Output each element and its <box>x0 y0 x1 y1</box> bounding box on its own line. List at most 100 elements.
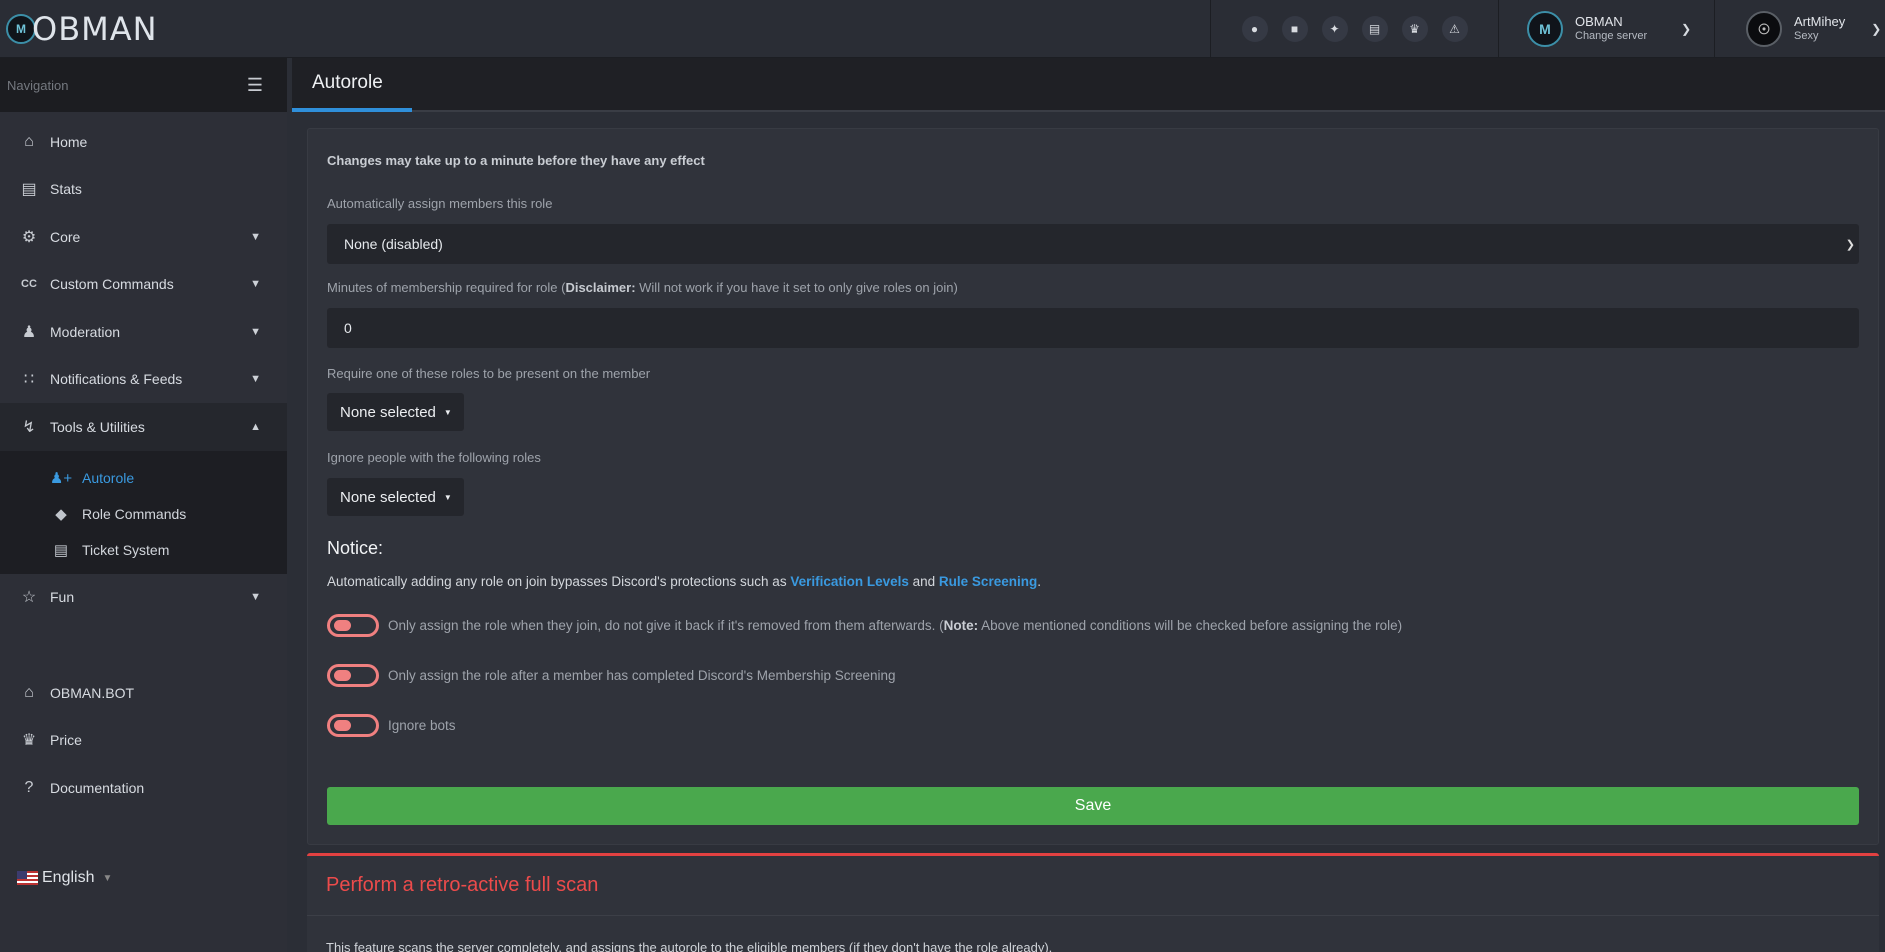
home-icon: ⌂ <box>24 132 34 150</box>
sidebar-link-price[interactable]: ♛ Price <box>0 717 287 765</box>
chevron-down-icon: ▼ <box>250 230 261 243</box>
crown-icon[interactable]: ♛ <box>1401 16 1428 42</box>
full-scan-card: Perform a retro-active full scan This fe… <box>307 853 1879 952</box>
membership-screening-label: Only assign the role after a member has … <box>388 668 896 683</box>
minutes-label-suffix: Will not work if you have it set to only… <box>635 280 958 295</box>
caret-down-icon: ▼ <box>443 492 452 502</box>
notice-heading: Notice: <box>327 538 384 558</box>
top-bar: M OBMAN ● ■ ✦ ▤ ♛ ⚠ M OBMAN Change serve… <box>0 0 1885 58</box>
twitter-icon[interactable]: ✦ <box>1321 16 1348 42</box>
verification-levels-link[interactable]: Verification Levels <box>790 574 909 589</box>
chevron-up-icon: ▲ <box>250 420 261 433</box>
user-shield-icon: ♟ <box>21 323 37 341</box>
server-name: OBMAN <box>1575 14 1623 29</box>
logo-text: OBMAN <box>32 10 158 48</box>
tags-icon: ◆ <box>55 505 67 523</box>
sidebar-item-core[interactable]: ⚙ Core ▼ <box>0 213 287 261</box>
sidebar-item-tools-utilities[interactable]: ↯ Tools & Utilities ▲ <box>0 403 287 451</box>
ignore-bots-toggle[interactable] <box>327 714 379 737</box>
sidebar-subitem-role-commands[interactable]: ◆ Role Commands <box>0 496 287 532</box>
join-only-label-prefix: Only assign the role when they join, do … <box>388 618 944 633</box>
autorole-settings-card: Changes may take up to a minute before t… <box>307 128 1879 845</box>
save-button[interactable]: Save <box>327 787 1859 825</box>
require-roles-label: Require one of these roles to be present… <box>327 366 651 381</box>
user-status: Sexy <box>1794 30 1819 42</box>
notice-text: Automatically adding any role on join by… <box>327 574 1041 589</box>
sidebar-item-home[interactable]: ⌂ Home <box>0 118 287 166</box>
notice-text-end: . <box>1037 574 1041 589</box>
minutes-input[interactable]: 0 <box>327 308 1859 348</box>
rule-screening-link[interactable]: Rule Screening <box>939 574 1037 589</box>
ignore-roles-value: None selected <box>340 488 436 506</box>
sidebar-item-fun[interactable]: ☆ Fun ▼ <box>0 574 287 622</box>
minutes-label-bold: Disclaimer: <box>565 280 636 295</box>
sidebar: Navigation ☰ ⌂ Home ▤ Stats ⚙ Core ▼ CC Custo… <box>0 58 287 952</box>
gears-icon: ⚙ <box>21 228 37 246</box>
sidebar-item-custom-commands[interactable]: CC Custom Commands ▼ <box>0 261 287 309</box>
role-select-value: None (disabled) <box>344 236 443 252</box>
minutes-input-value: 0 <box>344 320 352 336</box>
chevron-down-icon: ▼ <box>250 591 261 604</box>
sidebar-item-label: Notifications & Feeds <box>50 371 183 388</box>
caret-down-icon: ▼ <box>102 872 113 884</box>
sidebar-item-label: Autorole <box>82 469 135 486</box>
sidebar-item-label: Price <box>50 732 82 749</box>
server-avatar: M <box>1527 11 1563 47</box>
language-selector[interactable]: English ▼ <box>17 869 112 887</box>
nav-header: Navigation ☰ <box>0 58 287 112</box>
user-name: ArtMihey <box>1794 14 1846 29</box>
sidebar-item-label: Home <box>50 133 88 150</box>
cc-icon: CC <box>21 278 37 291</box>
caret-down-icon: ▼ <box>443 407 452 417</box>
menu-toggle-icon[interactable]: ☰ <box>247 75 263 96</box>
crown-icon: ♛ <box>21 732 37 750</box>
sidebar-item-label: Role Commands <box>82 505 187 522</box>
server-switcher[interactable]: M OBMAN Change server ❯ <box>1499 0 1715 58</box>
sidebar-link-obman-bot[interactable]: ⌂ OBMAN.BOT <box>0 669 287 717</box>
sidebar-item-label: Core <box>50 228 81 245</box>
chevron-down-icon: ❯ <box>1871 22 1882 36</box>
tab-autorole[interactable]: Autorole <box>292 58 412 112</box>
chart-icon: ▤ <box>21 181 37 199</box>
ticket-icon: ▤ <box>53 541 69 559</box>
sidebar-item-label: Documentation <box>50 779 145 796</box>
chevron-down-icon: ▼ <box>250 278 261 291</box>
sidebar-item-label: OBMAN.BOT <box>50 684 135 701</box>
bolt-icon: ↯ <box>22 418 36 436</box>
home-icon: ⌂ <box>24 683 34 701</box>
ignore-roles-multiselect[interactable]: None selected ▼ <box>327 478 464 516</box>
full-scan-description: This feature scans the server completely… <box>326 940 1053 952</box>
notice-text-and: and <box>908 574 939 589</box>
sidebar-subitem-autorole[interactable]: ♟+ Autorole <box>0 460 287 496</box>
membership-screening-toggle[interactable] <box>327 664 379 687</box>
sidebar-item-label: Moderation <box>50 323 121 340</box>
us-flag-icon <box>17 871 38 885</box>
chevron-down-icon: ❯ <box>1681 22 1692 36</box>
join-only-label-suffix: Above mentioned conditions will be check… <box>978 618 1403 633</box>
logo[interactable]: M OBMAN <box>6 10 158 48</box>
lightbulb-icon[interactable]: ● <box>1241 16 1268 42</box>
user-menu[interactable]: ☉ ArtMihey Sexy ❯ <box>1715 0 1885 58</box>
sidebar-item-label: Fun <box>50 589 75 606</box>
toggle-row-membership-screening: Only assign the role after a member has … <box>327 664 896 687</box>
sidebar-item-label: Stats <box>50 181 82 198</box>
sidebar-subitem-ticket-system[interactable]: ▤ Ticket System <box>0 532 287 568</box>
discord-icon[interactable]: ■ <box>1281 16 1308 42</box>
question-icon: ? <box>24 778 34 796</box>
role-select[interactable]: None (disabled) ❯ <box>327 224 1859 264</box>
join-only-label: Only assign the role when they join, do … <box>388 618 1402 633</box>
join-only-toggle[interactable] <box>327 614 379 637</box>
require-roles-value: None selected <box>340 403 436 421</box>
require-roles-multiselect[interactable]: None selected ▼ <box>327 393 464 431</box>
warning-icon[interactable]: ⚠ <box>1441 16 1468 42</box>
sidebar-item-moderation[interactable]: ♟ Moderation ▼ <box>0 308 287 356</box>
trophy-icon: ☆ <box>21 589 37 607</box>
ticket-icon[interactable]: ▤ <box>1361 16 1388 42</box>
sidebar-item-stats[interactable]: ▤ Stats <box>0 166 287 214</box>
sidebar-item-notifications[interactable]: ∷ Notifications & Feeds ▼ <box>0 356 287 404</box>
sidebar-link-documentation[interactable]: ? Documentation <box>0 764 287 812</box>
tools-submenu: ♟+ Autorole ◆ Role Commands ▤ Ticket System <box>0 450 287 574</box>
effect-delay-notice: Changes may take up to a minute before t… <box>327 153 705 168</box>
toggle-knob <box>334 620 351 631</box>
ignore-bots-label: Ignore bots <box>388 718 456 733</box>
